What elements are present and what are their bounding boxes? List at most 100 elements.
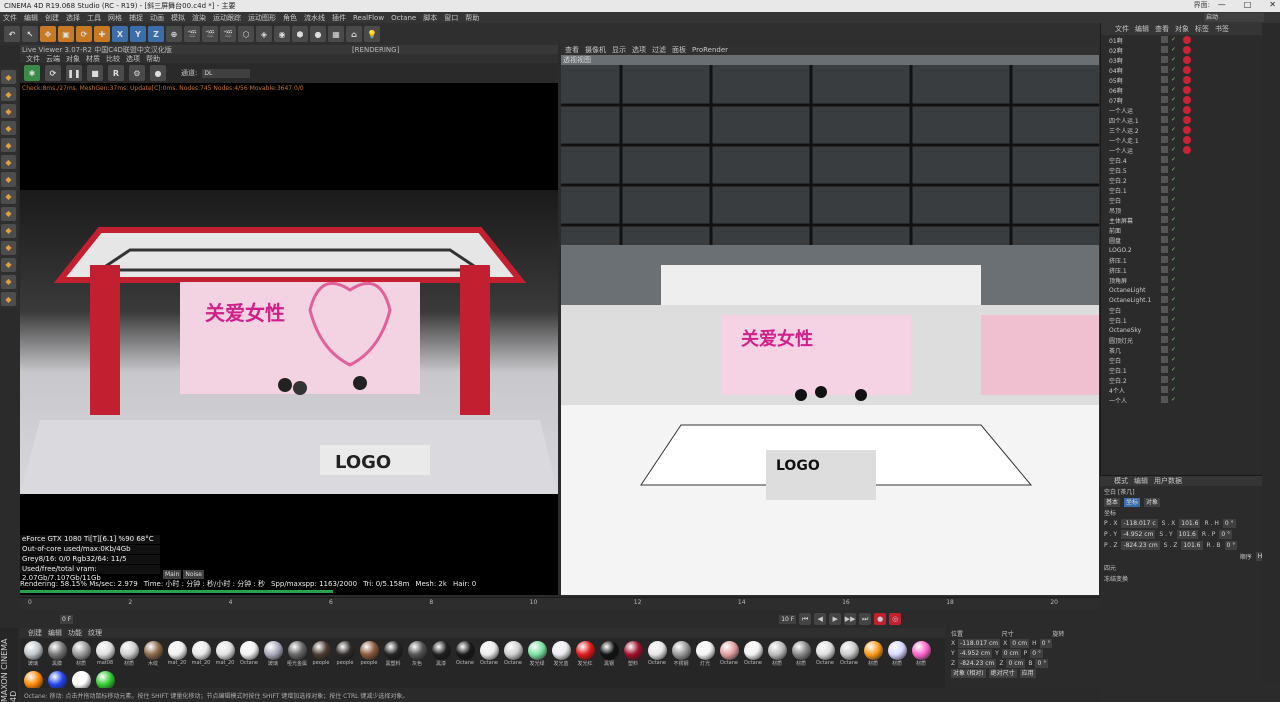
viewport-menu-item[interactable]: 过滤 <box>652 45 666 55</box>
tag-icon[interactable] <box>1161 186 1168 193</box>
autokey-icon[interactable]: ◎ <box>889 613 902 625</box>
tag-icon[interactable] <box>1161 146 1168 153</box>
toolbar-button[interactable]: ◈ <box>256 26 272 42</box>
object-row[interactable]: 空白.1 ✓ <box>1101 315 1280 325</box>
object-row[interactable]: 吊顶 ✓ <box>1101 205 1280 215</box>
check-icon[interactable]: ✓ <box>1171 206 1177 213</box>
coord-value[interactable]: -118.017 cm <box>958 638 1001 648</box>
live-viewer-menu-item[interactable]: 对象 <box>66 54 80 63</box>
tool-icon[interactable]: ◆ <box>1 87 16 102</box>
check-icon[interactable]: ✓ <box>1171 156 1177 163</box>
prev-frame-icon[interactable]: ◀ <box>814 613 827 625</box>
check-icon[interactable]: ✓ <box>1171 226 1177 233</box>
first-frame-icon[interactable]: ⏮ <box>799 613 812 625</box>
live-viewer-menu-item[interactable]: 选项 <box>126 54 140 63</box>
refresh-icon[interactable]: ⟳ <box>45 65 61 81</box>
material-swatch[interactable]: 材质 <box>766 641 788 669</box>
attribute-tab[interactable]: 模式 <box>1114 476 1128 486</box>
check-icon[interactable]: ✓ <box>1171 236 1177 243</box>
check-icon[interactable]: ✓ <box>1171 96 1177 103</box>
check-icon[interactable]: ✓ <box>1171 326 1177 333</box>
toolbar-button[interactable]: ● <box>310 26 326 42</box>
toolbar-button[interactable]: ✚ <box>94 26 110 42</box>
live-viewer-menu-item[interactable]: 云端 <box>46 54 60 63</box>
region-icon[interactable]: R <box>108 65 124 81</box>
check-icon[interactable]: ✓ <box>1171 46 1177 53</box>
check-icon[interactable]: ✓ <box>1171 296 1177 303</box>
coord-value[interactable]: 0 ° <box>1035 658 1049 668</box>
object-row[interactable]: 主体屏幕 ✓ <box>1101 215 1280 225</box>
check-icon[interactable]: ✓ <box>1171 86 1177 93</box>
material-swatch[interactable]: 木纹 <box>142 641 164 669</box>
next-frame-icon[interactable]: ▶▶ <box>844 613 857 625</box>
object-row[interactable]: 顶角屏 ✓ <box>1101 275 1280 285</box>
tool-icon[interactable]: ◆ <box>1 257 16 272</box>
menu-item[interactable]: 动画 <box>150 13 164 23</box>
toolbar-button[interactable]: ✥ <box>40 26 56 42</box>
tag-icon[interactable] <box>1161 236 1168 243</box>
check-icon[interactable]: ✓ <box>1171 66 1177 73</box>
object-row[interactable]: 一个人运 ✓ <box>1101 105 1280 115</box>
toolbar-button[interactable]: ▣ <box>58 26 74 42</box>
attribute-group[interactable]: 冻结变换 <box>1100 573 1280 584</box>
check-icon[interactable]: ✓ <box>1171 116 1177 123</box>
material-tag-icon[interactable] <box>1183 136 1191 144</box>
material-menu-item[interactable]: 纹理 <box>88 628 102 638</box>
attribute-tab[interactable]: 用户数据 <box>1154 476 1182 486</box>
coord-value[interactable]: -4.952 cm <box>957 648 993 658</box>
material-swatch[interactable]: Octane <box>718 641 740 669</box>
toolbar-button[interactable]: ◉ <box>274 26 290 42</box>
toolbar-button[interactable]: ↶ <box>4 26 20 42</box>
object-row[interactable]: 一个人运 ✓ <box>1101 145 1280 155</box>
material-swatch[interactable]: 不锈钢 <box>670 641 692 669</box>
object-row[interactable]: OctaneLight.1 ✓ <box>1101 295 1280 305</box>
material-swatch[interactable]: 黑漆 <box>430 641 452 669</box>
apply-button[interactable]: 应用 <box>1019 668 1036 678</box>
tag-icon[interactable] <box>1161 356 1168 363</box>
tool-icon[interactable]: ◆ <box>1 155 16 170</box>
play-icon[interactable]: ▶ <box>829 613 842 625</box>
object-row[interactable]: 茶几 ✓ <box>1101 345 1280 355</box>
tag-icon[interactable] <box>1161 96 1168 103</box>
tool-icon[interactable]: ◆ <box>1 274 16 290</box>
coord-value[interactable]: 0 ° <box>1039 638 1053 648</box>
coord-rv[interactable]: 0 ° <box>1222 519 1236 528</box>
material-swatch[interactable]: Octane <box>838 641 860 669</box>
object-row[interactable]: 挤压.1 ✓ <box>1101 255 1280 265</box>
toolbar-button[interactable]: Z <box>148 26 164 42</box>
object-row[interactable]: 07啊 ✓ <box>1101 95 1280 105</box>
check-icon[interactable]: ✓ <box>1171 266 1177 273</box>
object-row[interactable]: 空白.5 ✓ <box>1101 165 1280 175</box>
coord-pv[interactable]: -4.952 cm <box>1121 530 1156 539</box>
material-swatch[interactable]: mat_20 <box>190 641 212 669</box>
maximize-button[interactable]: □ <box>1244 0 1252 9</box>
tag-icon[interactable] <box>1161 216 1168 223</box>
viewport-scene[interactable]: 关爱女性 LOGO <box>561 65 1099 595</box>
main-button[interactable]: Main <box>163 570 182 579</box>
last-frame-icon[interactable]: ⏭ <box>859 613 872 625</box>
object-tab[interactable]: 对象 <box>1175 24 1189 34</box>
toolbar-button[interactable]: ⌂ <box>346 26 362 42</box>
check-icon[interactable]: ✓ <box>1171 56 1177 63</box>
menu-item[interactable]: 模拟 <box>171 13 185 23</box>
material-swatch[interactable]: 材质 <box>790 641 812 669</box>
viewport-menu-item[interactable]: 显示 <box>612 45 626 55</box>
viewport-menu-item[interactable]: 选项 <box>632 45 646 55</box>
check-icon[interactable]: ✓ <box>1171 386 1177 393</box>
live-viewer-menu-item[interactable]: 比较 <box>106 54 120 63</box>
toolbar-button[interactable]: 🎬 <box>184 26 200 42</box>
menu-item[interactable]: 文件 <box>3 13 17 23</box>
tag-icon[interactable] <box>1161 66 1168 73</box>
tag-icon[interactable] <box>1161 106 1168 113</box>
material-swatch[interactable]: 黑塑料 <box>382 641 404 669</box>
check-icon[interactable]: ✓ <box>1171 276 1177 283</box>
object-row[interactable]: 圆顶灯光 ✓ <box>1101 335 1280 345</box>
viewport-menu-item[interactable]: ProRender <box>692 46 728 54</box>
check-icon[interactable]: ✓ <box>1171 216 1177 223</box>
viewport-menu-item[interactable]: 摄像机 <box>585 45 606 55</box>
material-menu-item[interactable]: 功能 <box>68 628 82 638</box>
material-swatch[interactable]: 材质 <box>886 641 908 669</box>
record-icon[interactable]: ● <box>874 613 887 625</box>
tag-icon[interactable] <box>1161 296 1168 303</box>
toolbar-button[interactable]: Y <box>130 26 146 42</box>
